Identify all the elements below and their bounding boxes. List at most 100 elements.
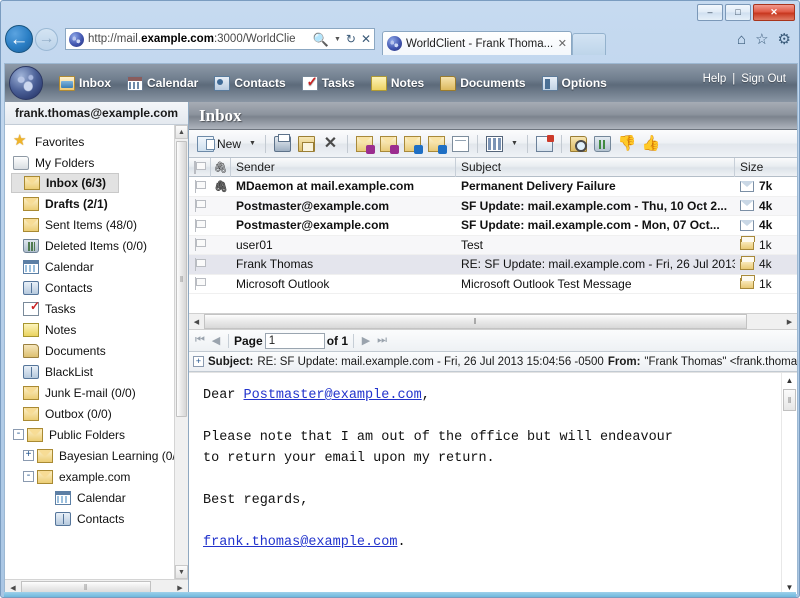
message-body-scrollbar[interactable]: ▲ ‖ ▼: [781, 373, 797, 594]
view-source-button[interactable]: [449, 133, 472, 155]
address-bar[interactable]: http://mail.example.com:3000/WorldClie 🔍…: [65, 28, 375, 50]
sidebar-item-documents[interactable]: Documents: [11, 340, 174, 361]
previous-page-button[interactable]: ◀: [209, 334, 223, 347]
redirect-button[interactable]: [425, 133, 448, 155]
collapse-expander-icon[interactable]: -: [23, 471, 34, 482]
last-page-button[interactable]: ⏭: [375, 334, 389, 347]
save-button[interactable]: [295, 133, 318, 155]
chevron-down-icon[interactable]: ▼: [334, 36, 341, 43]
expand-headers-icon[interactable]: +: [193, 356, 204, 367]
sidebar-item-favorites[interactable]: Favorites: [11, 131, 174, 152]
mark-spam-button[interactable]: 👎: [615, 133, 638, 155]
sidebar-item-public-folders[interactable]: - Public Folders: [11, 424, 174, 445]
delete-button[interactable]: ✕: [319, 133, 342, 155]
sidebar-item-inbox[interactable]: Inbox (6/3): [11, 173, 119, 193]
collapse-expander-icon[interactable]: -: [13, 429, 24, 440]
scroll-up-icon[interactable]: ▲: [782, 373, 797, 388]
scroll-up-icon[interactable]: ▲: [175, 125, 188, 139]
properties-button[interactable]: [533, 133, 556, 155]
next-page-button[interactable]: ▶: [359, 334, 373, 347]
nav-item-documents[interactable]: Documents: [432, 72, 533, 95]
sidebar-item-outbox[interactable]: Outbox (0/0): [11, 403, 174, 424]
nav-item-calendar[interactable]: Calendar: [119, 72, 206, 95]
sidebar-item-blacklist[interactable]: BlackList: [11, 361, 174, 382]
refresh-icon[interactable]: ↻: [346, 33, 356, 45]
scroll-down-icon[interactable]: ▼: [175, 565, 188, 579]
sidebar-item-notes[interactable]: Notes: [11, 319, 174, 340]
stop-icon[interactable]: ✕: [361, 33, 371, 45]
back-button[interactable]: ←: [5, 25, 33, 53]
sidebar-item-calendar[interactable]: Calendar: [11, 256, 174, 277]
sidebar-item-drafts[interactable]: Drafts (2/1): [11, 193, 174, 214]
signout-link[interactable]: Sign Out: [738, 73, 789, 85]
favorites-icon[interactable]: ☆: [755, 30, 768, 48]
forward-button[interactable]: →: [35, 27, 58, 51]
forward-button[interactable]: [401, 133, 424, 155]
page-number-input[interactable]: [264, 332, 325, 349]
scroll-left-icon[interactable]: ◀: [189, 314, 204, 329]
column-header-size[interactable]: Size: [735, 158, 797, 177]
row-flag[interactable]: [189, 274, 211, 293]
nav-item-options[interactable]: Options: [534, 72, 615, 95]
columns-dropdown-caret-icon[interactable]: ▼: [507, 140, 522, 147]
mark-not-spam-button[interactable]: 👍: [639, 133, 662, 155]
scrollbar-thumb[interactable]: ‖: [204, 314, 747, 329]
scrollbar-track[interactable]: ‖: [204, 314, 782, 329]
sidebar-item-tasks[interactable]: Tasks: [11, 298, 174, 319]
first-page-button[interactable]: ⏮: [193, 334, 207, 347]
table-row[interactable]: Postmaster@example.com SF Update: mail.e…: [189, 196, 797, 216]
column-header-flag[interactable]: [189, 157, 211, 177]
sidebar-item-contacts[interactable]: Contacts: [11, 277, 174, 298]
home-icon[interactable]: ⌂: [737, 31, 746, 48]
scroll-right-icon[interactable]: ▶: [782, 314, 797, 329]
reply-all-button[interactable]: [377, 133, 400, 155]
sidebar-item-public-contacts[interactable]: Contacts: [11, 508, 174, 529]
sidebar-item-junk-email[interactable]: Junk E-mail (0/0): [11, 382, 174, 403]
new-tab-button[interactable]: [572, 33, 606, 55]
sidebar-item-public-calendar[interactable]: Calendar: [11, 487, 174, 508]
message-list-horizontal-scrollbar[interactable]: ◀ ‖ ▶: [189, 313, 797, 330]
reply-button[interactable]: [353, 133, 376, 155]
column-header-attachment[interactable]: 🖇: [211, 157, 231, 177]
minimize-button[interactable]: –: [697, 4, 723, 21]
scrollbar-thumb[interactable]: ‖: [176, 141, 187, 417]
print-button[interactable]: [271, 133, 294, 155]
row-flag[interactable]: [189, 235, 211, 254]
new-dropdown-caret-icon[interactable]: ▼: [245, 140, 260, 147]
search-icon[interactable]: 🔍: [313, 33, 329, 46]
sidebar-item-bayesian-learning[interactable]: + Bayesian Learning (0/: [11, 445, 174, 466]
row-flag[interactable]: [189, 177, 211, 196]
row-flag[interactable]: [189, 255, 211, 274]
empty-trash-button[interactable]: [591, 133, 614, 155]
row-flag[interactable]: [189, 216, 211, 235]
nav-item-tasks[interactable]: Tasks: [294, 72, 363, 95]
columns-button[interactable]: [483, 133, 506, 155]
gear-icon[interactable]: ⚙: [778, 30, 791, 48]
nav-item-contacts[interactable]: Contacts: [206, 72, 293, 95]
help-link[interactable]: Help: [700, 73, 730, 85]
tab-close-icon[interactable]: ✕: [555, 37, 567, 50]
nav-item-notes[interactable]: Notes: [363, 72, 432, 95]
search-folder-button[interactable]: [567, 133, 590, 155]
column-header-subject[interactable]: Subject: [456, 157, 735, 177]
sidebar-item-deleted-items[interactable]: Deleted Items (0/0): [11, 235, 174, 256]
sender-email-link[interactable]: frank.thomas@example.com: [203, 535, 397, 550]
nav-item-inbox[interactable]: Inbox: [51, 72, 119, 95]
table-row[interactable]: 🖇 MDaemon at mail.example.com Permanent …: [189, 177, 797, 197]
close-button[interactable]: ✕: [753, 4, 795, 21]
sidebar-item-example-com[interactable]: - example.com: [11, 466, 174, 487]
table-row[interactable]: user01 Test 1k: [189, 235, 797, 255]
scrollbar-thumb[interactable]: ‖: [783, 389, 796, 411]
sidebar-item-sent-items[interactable]: Sent Items (48/0): [11, 214, 174, 235]
sidebar-item-my-folders[interactable]: My Folders: [11, 152, 174, 173]
new-button[interactable]: New: [194, 133, 244, 155]
browser-tab[interactable]: WorldClient - Frank Thoma... ✕: [382, 31, 572, 55]
table-row[interactable]: Postmaster@example.com SF Update: mail.e…: [189, 216, 797, 236]
postmaster-email-link[interactable]: Postmaster@example.com: [244, 388, 422, 403]
sidebar-vertical-scrollbar[interactable]: ▲ ‖ ▼: [174, 125, 188, 579]
table-row[interactable]: Frank Thomas RE: SF Update: mail.example…: [189, 255, 797, 275]
expand-expander-icon[interactable]: +: [23, 450, 34, 461]
maximize-button[interactable]: □: [725, 4, 751, 21]
column-header-sender[interactable]: Sender: [231, 157, 456, 177]
row-flag[interactable]: [189, 196, 211, 215]
